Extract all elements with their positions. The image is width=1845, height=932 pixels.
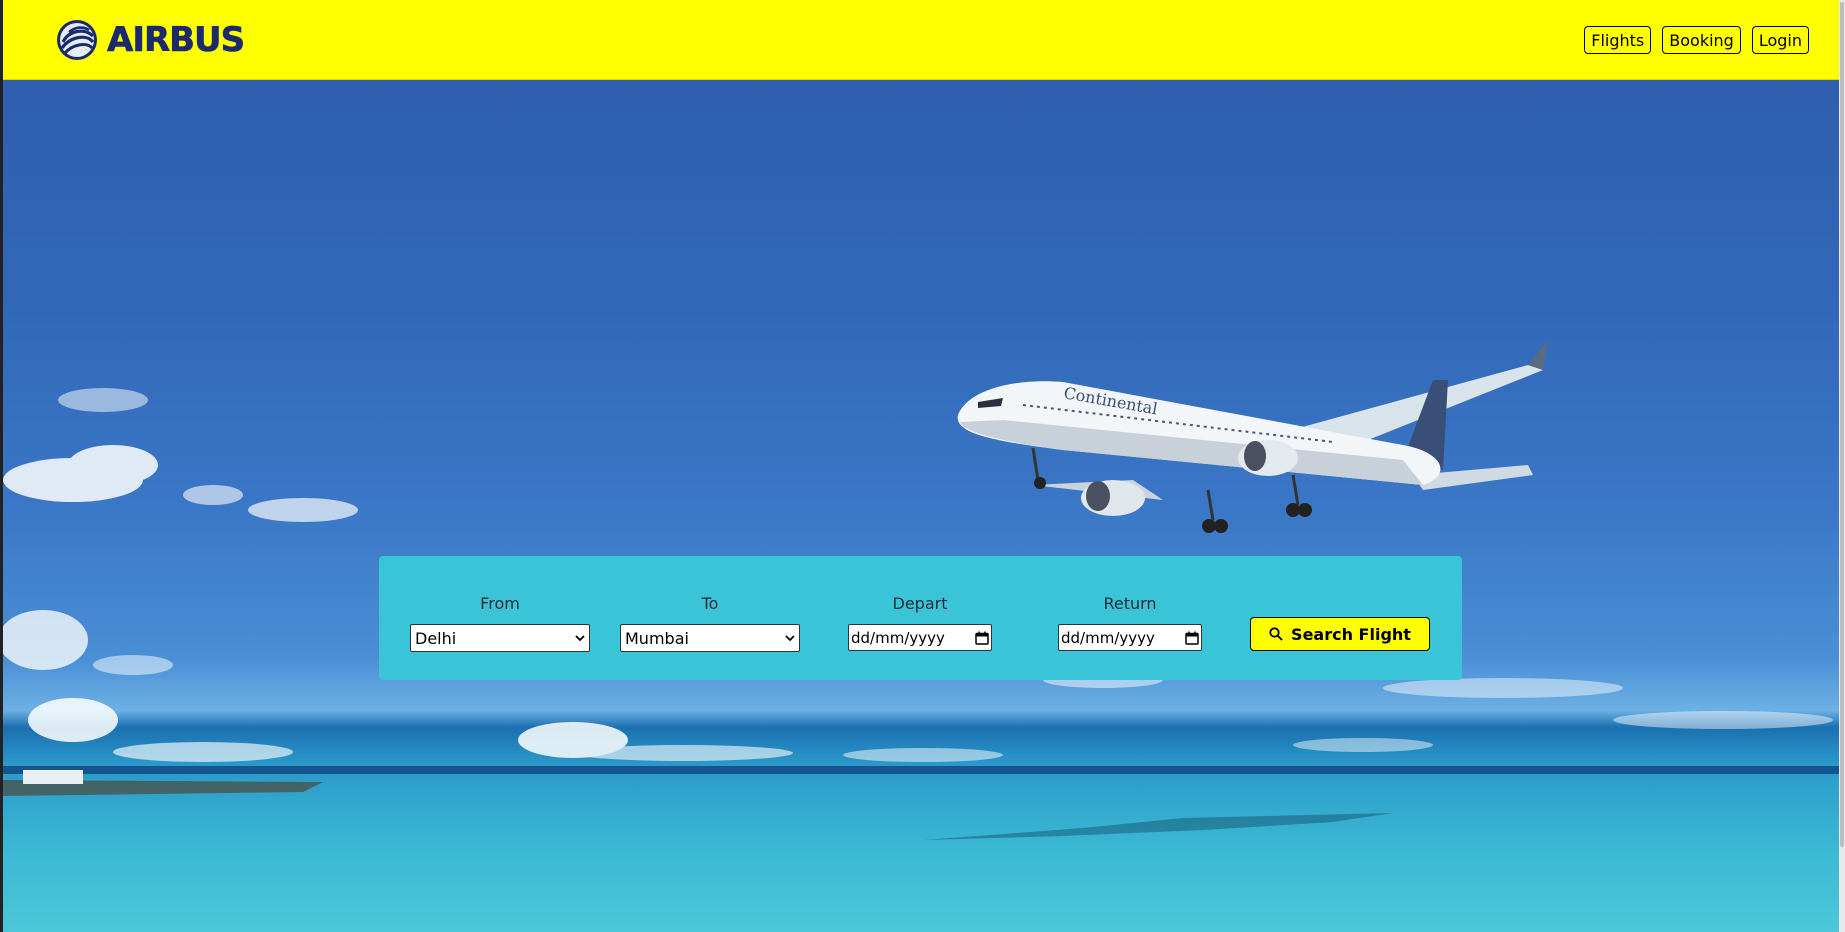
chevron-down-icon xyxy=(575,635,585,642)
nav-login-button[interactable]: Login xyxy=(1751,26,1809,54)
search-flight-button[interactable]: Search Flight xyxy=(1250,617,1430,651)
chevron-down-icon xyxy=(785,635,795,642)
depart-date-input[interactable]: dd/mm/yyyy xyxy=(848,624,992,651)
page: AIRBUS Flights Booking Login Continental… xyxy=(0,0,1845,932)
site-header: AIRBUS Flights Booking Login xyxy=(3,0,1839,80)
calendar-icon[interactable] xyxy=(975,631,989,645)
shore-building xyxy=(23,770,83,784)
from-label: From xyxy=(480,594,520,613)
from-value: Delhi xyxy=(415,628,457,648)
return-label: Return xyxy=(1103,594,1157,613)
from-field: From Delhi xyxy=(410,594,590,652)
main-nav: Flights Booking Login xyxy=(1584,26,1809,54)
hero-background: Continental xyxy=(3,80,1839,932)
depart-field: Depart dd/mm/yyyy xyxy=(848,594,992,651)
to-label: To xyxy=(701,594,719,613)
nav-booking-button[interactable]: Booking xyxy=(1662,26,1741,54)
horizon-line xyxy=(3,766,1839,774)
scrollbar-thumb[interactable] xyxy=(1840,2,1844,847)
nav-flights-button[interactable]: Flights xyxy=(1584,26,1652,54)
return-field: Return dd/mm/yyyy xyxy=(1058,594,1202,651)
search-flight-label: Search Flight xyxy=(1291,624,1411,644)
brand-logo[interactable]: AIRBUS xyxy=(55,17,246,63)
page-scrollbar[interactable] xyxy=(1839,0,1845,932)
airliner: Continental xyxy=(957,340,1548,533)
calendar-icon[interactable] xyxy=(1185,631,1199,645)
depart-label: Depart xyxy=(892,594,948,613)
return-placeholder: dd/mm/yyyy xyxy=(1061,628,1155,647)
from-select[interactable]: Delhi xyxy=(410,624,590,652)
brand-name: AIRBUS xyxy=(107,20,246,61)
airbus-swirl-logo-icon xyxy=(57,20,97,60)
flight-search-panel: From Delhi To Mumbai Depart dd/mm/yyyy R… xyxy=(379,556,1462,680)
depart-placeholder: dd/mm/yyyy xyxy=(851,628,945,647)
return-date-input[interactable]: dd/mm/yyyy xyxy=(1058,624,1202,651)
to-value: Mumbai xyxy=(625,628,689,648)
hero-scenery: Continental xyxy=(3,340,1839,840)
plane-shadow xyxy=(923,813,1393,840)
search-icon xyxy=(1269,627,1283,641)
to-select[interactable]: Mumbai xyxy=(620,624,800,652)
to-field: To Mumbai xyxy=(620,594,800,652)
